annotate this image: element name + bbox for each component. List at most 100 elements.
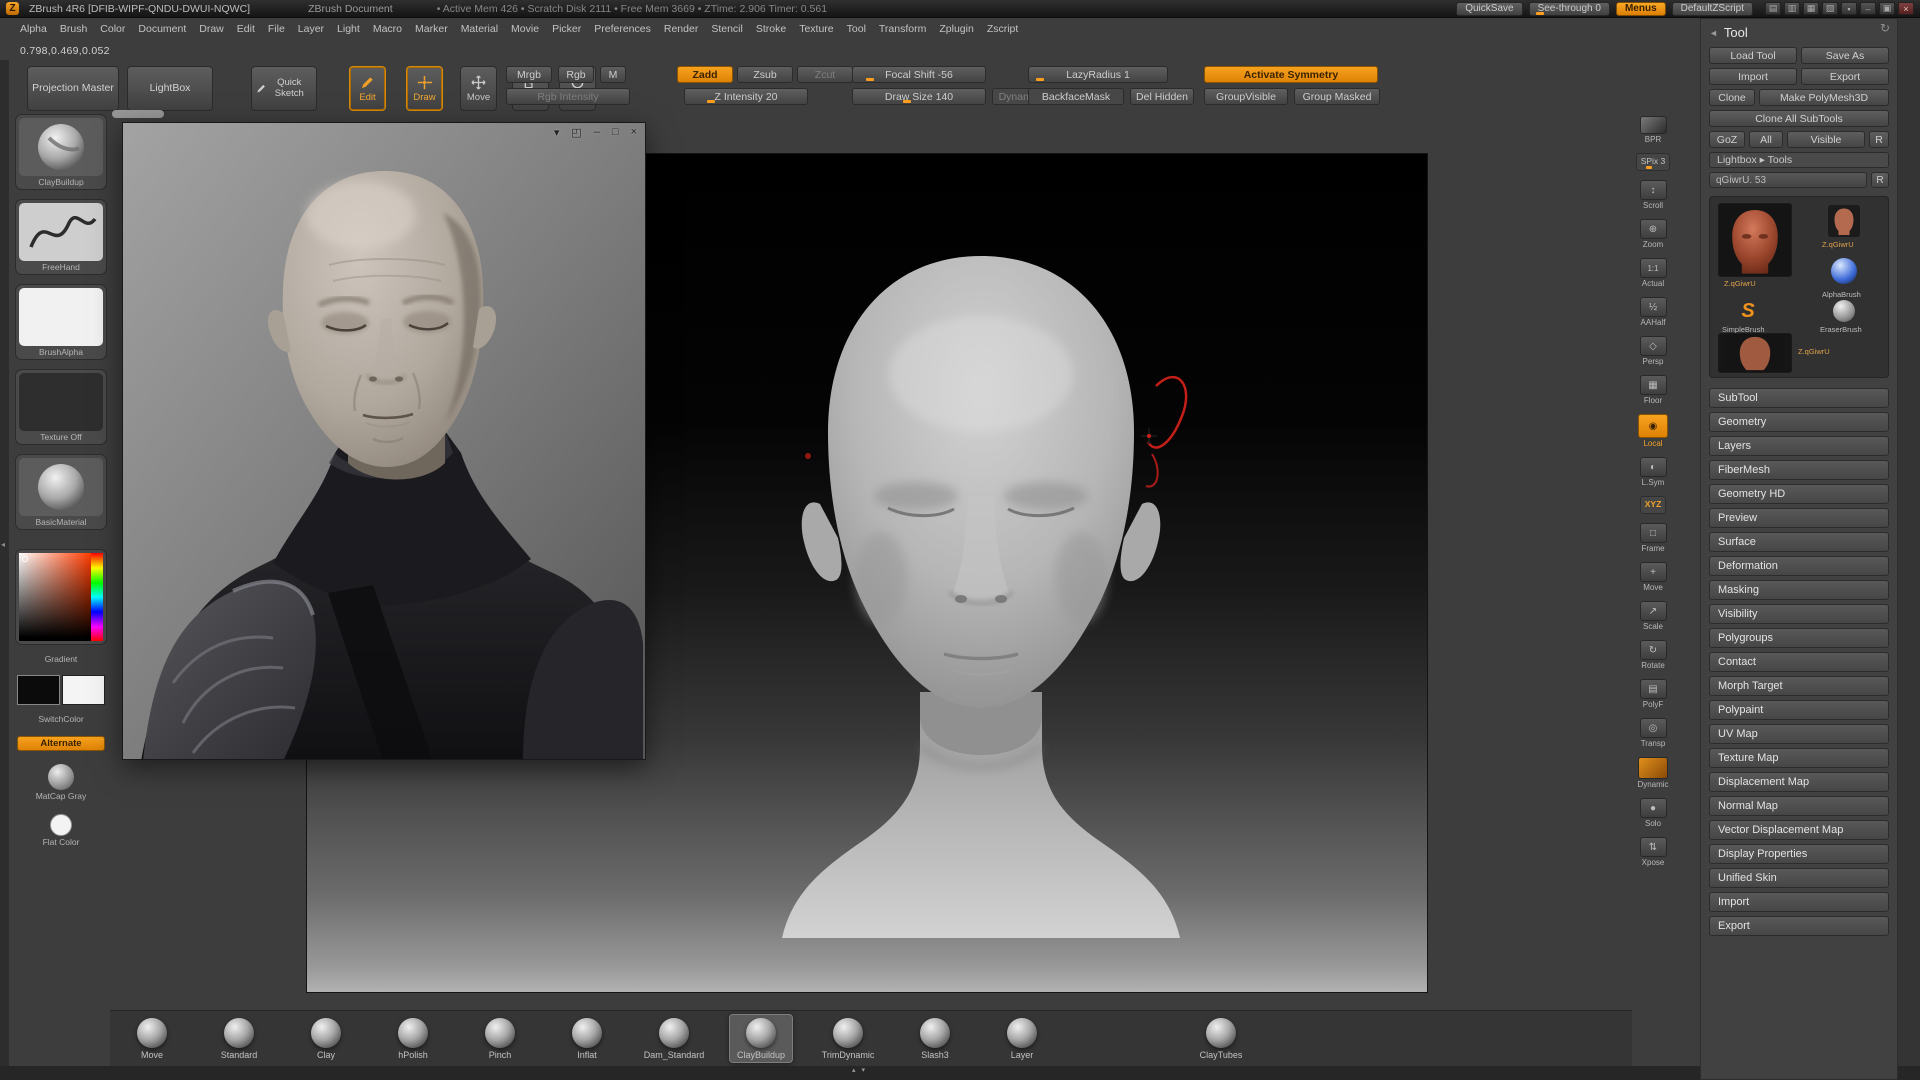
menu-item[interactable]: Color: [100, 23, 125, 35]
goz-button[interactable]: GoZ: [1709, 131, 1745, 148]
group-visible-button[interactable]: GroupVisible: [1204, 88, 1288, 105]
brush-tray-item[interactable]: Dam_Standard: [642, 1014, 706, 1063]
right-shelf-zoom[interactable]: ⊕ Zoom: [1640, 219, 1667, 249]
saturation-value-area[interactable]: [19, 553, 91, 641]
brush-tray-item[interactable]: ClayBuildup: [729, 1014, 793, 1063]
tool-section-header[interactable]: Preview: [1709, 508, 1889, 528]
tool-section-header[interactable]: Display Properties: [1709, 844, 1889, 864]
canvas-scrollbar-nub[interactable]: [112, 110, 164, 118]
tool-section-header[interactable]: Unified Skin: [1709, 868, 1889, 888]
projection-master-button[interactable]: Projection Master: [27, 66, 119, 111]
tool-section-header[interactable]: Import: [1709, 892, 1889, 912]
rgb-intensity-slider[interactable]: Rgb Intensity: [506, 88, 630, 105]
tray-scroll-arrows-icon[interactable]: ▴ ▾: [852, 1066, 867, 1074]
right-shelf-frame[interactable]: □ Frame: [1640, 523, 1667, 553]
draw-mode-button[interactable]: Draw: [406, 66, 443, 111]
group-masked-button[interactable]: Group Masked: [1294, 88, 1380, 105]
menu-item[interactable]: Tool: [847, 23, 866, 35]
brush-tray-item[interactable]: Move: [120, 1014, 184, 1063]
del-hidden-button[interactable]: Del Hidden: [1130, 88, 1194, 105]
zadd-button[interactable]: Zadd: [677, 66, 733, 83]
reference-image-window[interactable]: ▾ ◰ – □ ×: [122, 122, 646, 760]
clone-all-subtools-button[interactable]: Clone All SubTools: [1709, 110, 1889, 127]
brush-tray-item[interactable]: Inflat: [555, 1014, 619, 1063]
lightbox-button[interactable]: LightBox: [127, 66, 213, 111]
tool-r-button[interactable]: R: [1871, 172, 1889, 188]
clone-button[interactable]: Clone: [1709, 89, 1755, 106]
current-material-slot[interactable]: BasicMaterial: [15, 454, 107, 530]
maximize-icon[interactable]: □: [612, 126, 619, 139]
current-texture-slot[interactable]: Texture Off: [15, 369, 107, 445]
import-button[interactable]: Import: [1709, 68, 1797, 85]
menu-item[interactable]: Movie: [511, 23, 539, 35]
menu-item[interactable]: Edit: [237, 23, 255, 35]
right-shelf-scale[interactable]: ↗ Scale: [1640, 601, 1667, 631]
edit-mode-button[interactable]: Edit: [349, 66, 386, 111]
matcap-gray-slot[interactable]: MatCap Gray: [36, 764, 87, 801]
tool-section-header[interactable]: Contact: [1709, 652, 1889, 672]
tool-section-header[interactable]: Texture Map: [1709, 748, 1889, 768]
menu-item[interactable]: Stencil: [711, 23, 743, 35]
brush-tray-item[interactable]: Slash3: [903, 1014, 967, 1063]
fit-icon[interactable]: ◰: [571, 126, 581, 139]
brush-tray-item[interactable]: Pinch: [468, 1014, 532, 1063]
current-brush-slot[interactable]: ClayBuildup: [15, 114, 107, 190]
close-icon[interactable]: ×: [1898, 2, 1914, 15]
tool-section-header[interactable]: Morph Target: [1709, 676, 1889, 696]
tool-section-header[interactable]: Geometry: [1709, 412, 1889, 432]
menu-item[interactable]: Draw: [199, 23, 224, 35]
right-shelf-floor[interactable]: ▦ Floor: [1640, 375, 1667, 405]
tool-thumb-bottom[interactable]: [1718, 333, 1792, 373]
menu-item[interactable]: Preferences: [594, 23, 651, 35]
color-picker[interactable]: [15, 549, 107, 645]
move-mode-button[interactable]: Move: [460, 66, 497, 111]
tool-section-header[interactable]: Surface: [1709, 532, 1889, 552]
right-shelf-dynamic[interactable]: Dynamic: [1637, 757, 1668, 789]
brush-tray-item[interactable]: Clay: [294, 1014, 358, 1063]
active-tool-thumb[interactable]: [1718, 203, 1792, 277]
tool-section-header[interactable]: SubTool: [1709, 388, 1889, 408]
quick-sketch-button[interactable]: Quick Sketch: [251, 66, 317, 111]
tool-thumb-eraserbrush[interactable]: [1828, 295, 1860, 327]
right-shelf-move[interactable]: + Move: [1640, 562, 1667, 592]
right-shelf-local[interactable]: ◉ Local: [1638, 414, 1668, 448]
default-zscript-button[interactable]: DefaultZScript: [1672, 2, 1753, 16]
right-shelf-polyf[interactable]: ▤ PolyF: [1640, 679, 1667, 709]
tool-section-header[interactable]: Visibility: [1709, 604, 1889, 624]
z-intensity-slider[interactable]: Z Intensity 20: [684, 88, 808, 105]
quicksave-button[interactable]: QuickSave: [1456, 2, 1522, 16]
minimize-icon[interactable]: –: [594, 126, 600, 139]
menu-item[interactable]: Light: [337, 23, 360, 35]
tool-section-header[interactable]: Vector Displacement Map: [1709, 820, 1889, 840]
mrgb-button[interactable]: Mrgb: [506, 66, 552, 83]
tool-section-header[interactable]: Geometry HD: [1709, 484, 1889, 504]
brush-tray-item[interactable]: Standard: [207, 1014, 271, 1063]
backface-mask-button[interactable]: BackfaceMask: [1028, 88, 1124, 105]
main-color-swatch[interactable]: [17, 675, 60, 705]
right-shelf-scroll[interactable]: ↕ Scroll: [1640, 180, 1667, 210]
tool-section-header[interactable]: FiberMesh: [1709, 460, 1889, 480]
menu-item[interactable]: Alpha: [20, 23, 47, 35]
tool-section-header[interactable]: Displacement Map: [1709, 772, 1889, 792]
close-icon[interactable]: ×: [631, 126, 637, 139]
menu-item[interactable]: Material: [461, 23, 498, 35]
menu-item[interactable]: Zplugin: [939, 23, 973, 35]
tray-scroll-strip[interactable]: ▴ ▾: [0, 1066, 1920, 1080]
layout-config-icon[interactable]: ▦: [1803, 2, 1819, 15]
secondary-color-swatch[interactable]: [62, 675, 105, 705]
right-shelf-actual[interactable]: 1:1 Actual: [1640, 258, 1667, 288]
tool-section-header[interactable]: UV Map: [1709, 724, 1889, 744]
tool-thumb-alphabrush[interactable]: [1828, 255, 1860, 287]
tool-section-header[interactable]: Polygroups: [1709, 628, 1889, 648]
tool-thumb-head[interactable]: [1828, 205, 1860, 237]
menus-toggle[interactable]: Menus: [1616, 2, 1666, 16]
rgb-button[interactable]: Rgb: [558, 66, 594, 83]
menu-item[interactable]: File: [268, 23, 285, 35]
brush-tray-item[interactable]: Layer: [990, 1014, 1054, 1063]
menu-item[interactable]: Transform: [879, 23, 926, 35]
pin-icon[interactable]: ▪: [1841, 2, 1857, 15]
lazy-radius-slider[interactable]: LazyRadius 1: [1028, 66, 1168, 83]
layout-config-icon[interactable]: ▧: [1822, 2, 1838, 15]
load-tool-button[interactable]: Load Tool: [1709, 47, 1797, 64]
sculpt-model[interactable]: [716, 246, 1246, 946]
